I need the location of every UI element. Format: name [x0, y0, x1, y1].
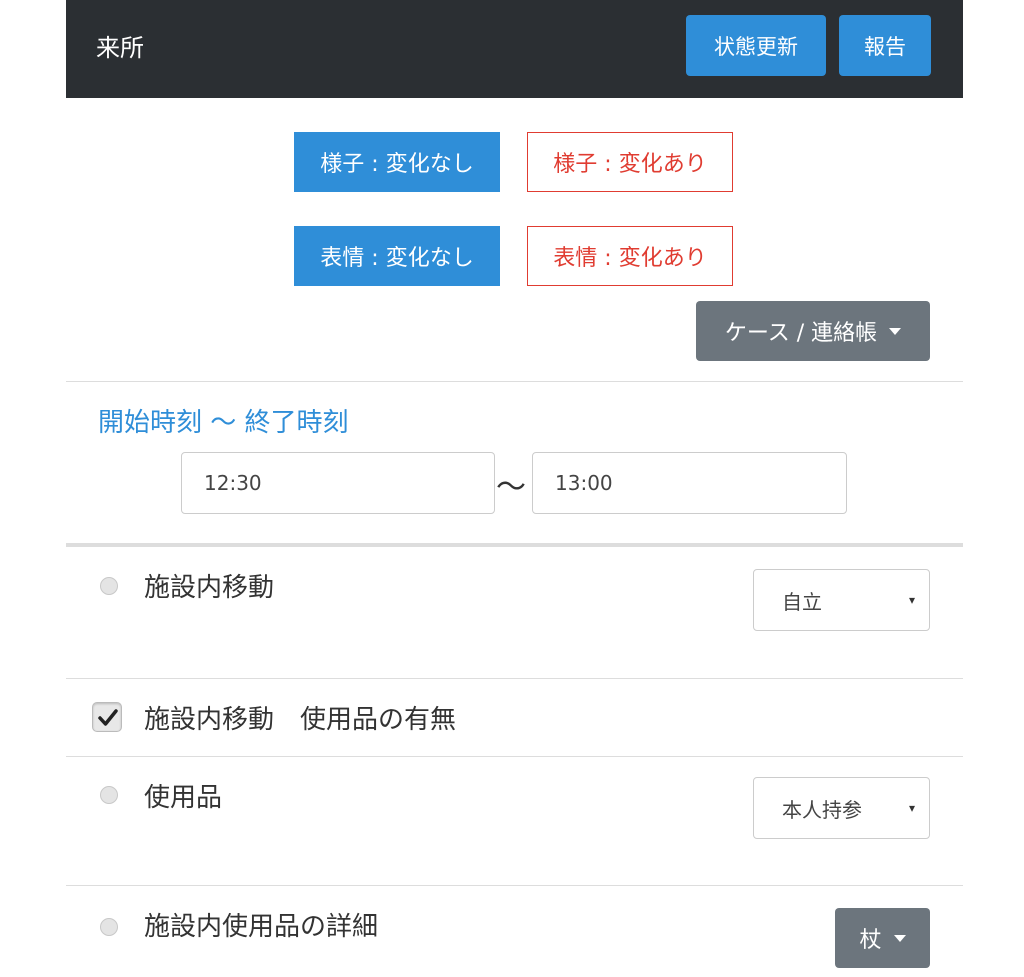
visit-panel: 来所 状態更新 報告 様子 : 変化なし 様子 : 変化あり 表情 : 変化なし… — [66, 0, 963, 977]
equipment-detail-radio[interactable] — [100, 918, 118, 936]
header-bar: 来所 状態更新 報告 — [66, 0, 963, 98]
facility-movement-radio[interactable] — [100, 577, 118, 595]
equipment-select[interactable]: 本人持参 ▾ — [753, 777, 930, 839]
caret-down-icon — [893, 934, 906, 942]
facility-movement-value: 自立 — [782, 589, 822, 614]
page-title: 来所 — [96, 34, 144, 62]
equipment-value: 本人持参 — [782, 797, 862, 822]
select-arrow-icon: ▾ — [908, 801, 915, 815]
update-status-button[interactable]: 状態更新 — [686, 15, 826, 76]
equipment-detail-label: 施設内使用品の詳細 — [144, 912, 379, 942]
divider — [66, 678, 963, 679]
case-notebook-dropdown[interactable]: ケース / 連絡帳 — [696, 301, 930, 361]
checkmark-icon — [98, 709, 118, 726]
time-section-title: 開始時刻 ～ 終了時刻 — [98, 408, 349, 438]
equipment-radio[interactable] — [100, 786, 118, 804]
section-divider — [66, 543, 963, 547]
equipment-usage-label: 施設内移動 使用品の有無 — [144, 705, 457, 735]
appearance-no-change-button[interactable]: 様子 : 変化なし — [294, 132, 500, 192]
caret-down-icon — [889, 327, 902, 335]
divider — [66, 885, 963, 886]
equipment-detail-value: 杖 — [859, 928, 882, 953]
divider — [66, 756, 963, 757]
facility-movement-select[interactable]: 自立 ▾ — [753, 569, 930, 631]
divider — [66, 381, 963, 382]
time-separator: ～ — [496, 470, 526, 505]
equipment-label: 使用品 — [144, 783, 223, 813]
end-time-input[interactable]: 13:00 — [532, 452, 847, 514]
facility-movement-label: 施設内移動 — [144, 573, 275, 603]
equipment-detail-dropdown[interactable]: 杖 — [835, 908, 930, 968]
report-button[interactable]: 報告 — [839, 15, 931, 76]
expression-changed-button[interactable]: 表情 : 変化あり — [527, 226, 733, 286]
appearance-changed-button[interactable]: 様子 : 変化あり — [527, 132, 733, 192]
select-arrow-icon: ▾ — [908, 593, 915, 607]
case-notebook-label: ケース / 連絡帳 — [724, 321, 878, 346]
expression-no-change-button[interactable]: 表情 : 変化なし — [294, 226, 500, 286]
equipment-usage-checkbox[interactable] — [92, 702, 122, 732]
start-time-input[interactable]: 12:30 — [181, 452, 495, 514]
